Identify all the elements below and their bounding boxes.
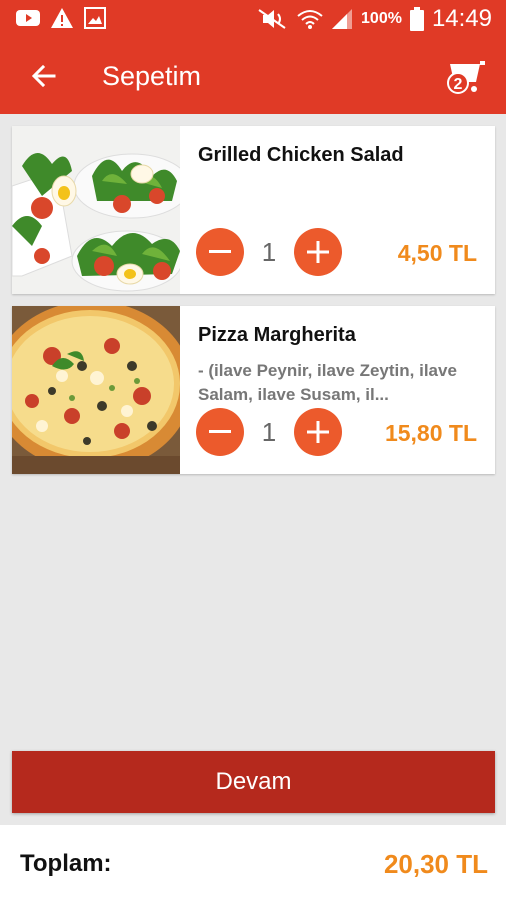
signal-icon [332, 9, 353, 29]
youtube-icon [16, 10, 40, 26]
decrease-button[interactable] [196, 228, 244, 276]
plus-icon [307, 421, 329, 443]
decrease-button[interactable] [196, 408, 244, 456]
back-button[interactable] [26, 58, 62, 94]
battery-percent: 100% [361, 10, 402, 27]
increase-button[interactable] [294, 228, 342, 276]
item-name: Grilled Chicken Salad [198, 144, 404, 166]
app-bar: Sepetim 2 [0, 38, 506, 114]
cart-icon: 2 [447, 61, 485, 94]
cart-button[interactable]: 2 [444, 56, 486, 96]
quantity-stepper: 1 [196, 408, 342, 456]
item-description: - (ilave Peynir, ilave Zeytin, ilave Sal… [198, 361, 457, 404]
image-icon [84, 7, 106, 29]
item-quantity: 1 [261, 236, 277, 267]
item-quantity: 1 [261, 416, 277, 447]
increase-button[interactable] [294, 408, 342, 456]
wifi-icon [297, 10, 323, 29]
cart-badge: 2 [454, 76, 463, 93]
item-name: Pizza Margherita [198, 324, 356, 346]
cart-item: Grilled Chicken Salad 1 4,50 TL [12, 126, 495, 294]
warning-icon [51, 8, 73, 28]
quantity-stepper: 1 [196, 228, 342, 276]
total-label: Toplam: [20, 850, 112, 877]
continue-button[interactable]: Devam [12, 751, 495, 813]
mute-icon [258, 9, 286, 29]
minus-icon [209, 430, 231, 433]
item-image-pizza [12, 306, 180, 474]
battery-icon [409, 7, 424, 31]
system-icons: 100% 14:49 [257, 5, 492, 33]
item-price: 15,80 TL [384, 420, 477, 446]
total-value: 20,30 TL [383, 849, 488, 879]
arrow-left-icon [32, 65, 56, 87]
cart-item: Pizza Margherita - (ilave Peynir, ilave … [12, 306, 495, 474]
page-title: Sepetim [102, 61, 202, 91]
total-bar: Toplam: 20,30 TL [0, 825, 506, 900]
item-image-salad [12, 126, 180, 294]
plus-icon [307, 241, 329, 263]
clock: 14:49 [431, 5, 492, 32]
notification-icons [16, 7, 106, 29]
status-bar: 100% 14:49 [0, 0, 506, 38]
item-price: 4,50 TL [397, 240, 477, 266]
minus-icon [209, 250, 231, 253]
